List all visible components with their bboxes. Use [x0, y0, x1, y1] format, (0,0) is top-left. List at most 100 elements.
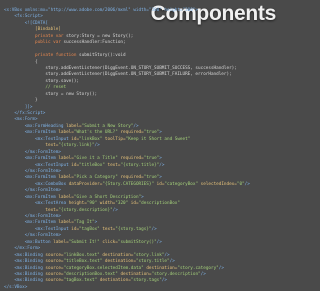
- code-token: <mx:Binding: [4, 278, 46, 284]
- code-token: "Pick a Category": [73, 175, 121, 181]
- code-token: label=: [58, 194, 74, 200]
- code-token: "{story.description}": [58, 207, 113, 213]
- code-token: destination=: [99, 278, 131, 284]
- code-token: private function: [4, 53, 80, 59]
- code-token: >: [94, 220, 98, 226]
- code-token: />: [244, 181, 250, 187]
- code-token: "true": [143, 156, 160, 162]
- code-token: "categoryBox.selectedItem.data": [63, 265, 147, 271]
- code-token: />: [161, 278, 168, 284]
- code-token: selectedIndex=: [200, 181, 237, 187]
- code-token: <mx:Binding: [4, 252, 46, 258]
- code-token: />: [218, 265, 224, 271]
- code-token: "{story.link}": [58, 143, 95, 149]
- code-token: </mx:FormItem>: [4, 233, 61, 239]
- code-token: <mx:FormItem: [4, 130, 59, 136]
- code-token: />: [94, 143, 100, 149]
- code-token: "0": [236, 181, 245, 187]
- code-token: text=: [4, 207, 59, 213]
- code-token: <mx:FormItem: [4, 220, 59, 226]
- code-token: destination=: [102, 252, 134, 258]
- code-token: />: [169, 259, 175, 265]
- code-token: "Submit It!": [68, 239, 103, 245]
- code-token: required=: [120, 156, 144, 162]
- code-token: />: [156, 239, 162, 245]
- code-token: />: [164, 252, 170, 258]
- code-token: toolTip=: [104, 136, 126, 142]
- code-token: destination=: [146, 265, 178, 271]
- code-token: <mx:FormItem: [4, 194, 59, 200]
- code-token: />: [112, 207, 118, 213]
- code-token: source=: [45, 252, 64, 258]
- code-token: />: [200, 271, 206, 277]
- code-token: text=: [4, 143, 59, 149]
- code-token: {: [4, 59, 38, 65]
- code-token: "submitStory()": [117, 239, 157, 245]
- code-token: "true": [143, 175, 160, 181]
- code-token: "90": [86, 201, 100, 207]
- code-token: "Keep it Short and Sweet": [125, 136, 191, 142]
- code-token: <fx:Script>: [4, 14, 43, 20]
- code-token: id=: [130, 201, 139, 207]
- code-token: "linkBox.text": [63, 252, 103, 258]
- code-token: id=: [71, 136, 80, 142]
- code-token: </s:VBox>: [4, 284, 28, 290]
- code-token: "320": [115, 201, 131, 207]
- code-token: [Bindable]: [4, 27, 61, 33]
- code-token: click=: [102, 239, 118, 245]
- code-token: label=: [53, 239, 69, 245]
- code-token: dataProvider=: [68, 181, 103, 187]
- code-token: label=: [58, 130, 74, 136]
- code-token: </mx:FormItem>: [4, 149, 61, 155]
- code-token: // reset: [4, 85, 67, 91]
- code-token: </fx:Script>: [4, 111, 46, 116]
- code-token: <mx:Form>: [4, 117, 38, 123]
- code-token: "story.tags": [130, 278, 162, 284]
- code-token: "{story.title}": [120, 162, 160, 168]
- code-token: story.addEventListener(DiggEvent.ON_STOR…: [4, 65, 237, 71]
- code-token: <mx:Binding: [4, 271, 46, 277]
- code-token: <mx:TextInput: [4, 226, 72, 232]
- code-token: </mx:FormItem>: [4, 188, 61, 194]
- code-token: "linkBox": [79, 136, 105, 142]
- code-token: />: [133, 123, 139, 129]
- code-token: "What's the URL?": [73, 130, 121, 136]
- code-token: label=: [58, 175, 74, 181]
- code-token: "descriptionBox": [138, 201, 180, 207]
- code-token: source=: [45, 265, 64, 271]
- code-token: height=: [68, 201, 87, 207]
- code-token: text=: [102, 226, 116, 232]
- code-token: "titleBox": [79, 162, 108, 168]
- code-token: label=: [66, 123, 82, 129]
- code-token: <mx:ComboBox: [4, 181, 69, 187]
- code-token: "{story.tags}": [115, 226, 152, 232]
- code-token: />: [151, 226, 157, 232]
- code-token: <mx:Binding: [4, 259, 46, 265]
- code-token: <mx:TextArea: [4, 201, 69, 207]
- code-token: destination=: [104, 259, 136, 265]
- code-token: id=: [71, 162, 80, 168]
- code-token: "story.category": [177, 265, 219, 271]
- code-token: <mx:FormItem: [4, 156, 59, 162]
- code-token: "story.description": [151, 271, 201, 277]
- code-token: destination=: [120, 271, 152, 277]
- code-token: <mx:FormHeading: [4, 123, 67, 129]
- code-token: width=: [99, 201, 116, 207]
- code-token: label=: [58, 156, 74, 162]
- code-token: <mx:Binding: [4, 265, 46, 271]
- code-token: "story.title": [135, 259, 170, 265]
- code-token: <mx:FormItem: [4, 175, 59, 181]
- code-token: "categoryBox": [164, 181, 201, 187]
- code-token: </mx:Form>: [4, 246, 41, 252]
- code-token: >: [159, 130, 162, 136]
- code-token: <mx:TextInput: [4, 162, 72, 168]
- code-token: ]]>: [4, 104, 33, 110]
- code-token: successHandler:Function;: [63, 40, 126, 46]
- code-token: "Tag It": [73, 220, 95, 226]
- code-token: story = new Story();: [4, 91, 98, 97]
- code-token: public var: [4, 40, 64, 46]
- code-token: "tagBox": [79, 226, 103, 232]
- code-token: >: [159, 175, 162, 181]
- code-token: }: [4, 98, 38, 104]
- code-token: source=: [45, 259, 64, 265]
